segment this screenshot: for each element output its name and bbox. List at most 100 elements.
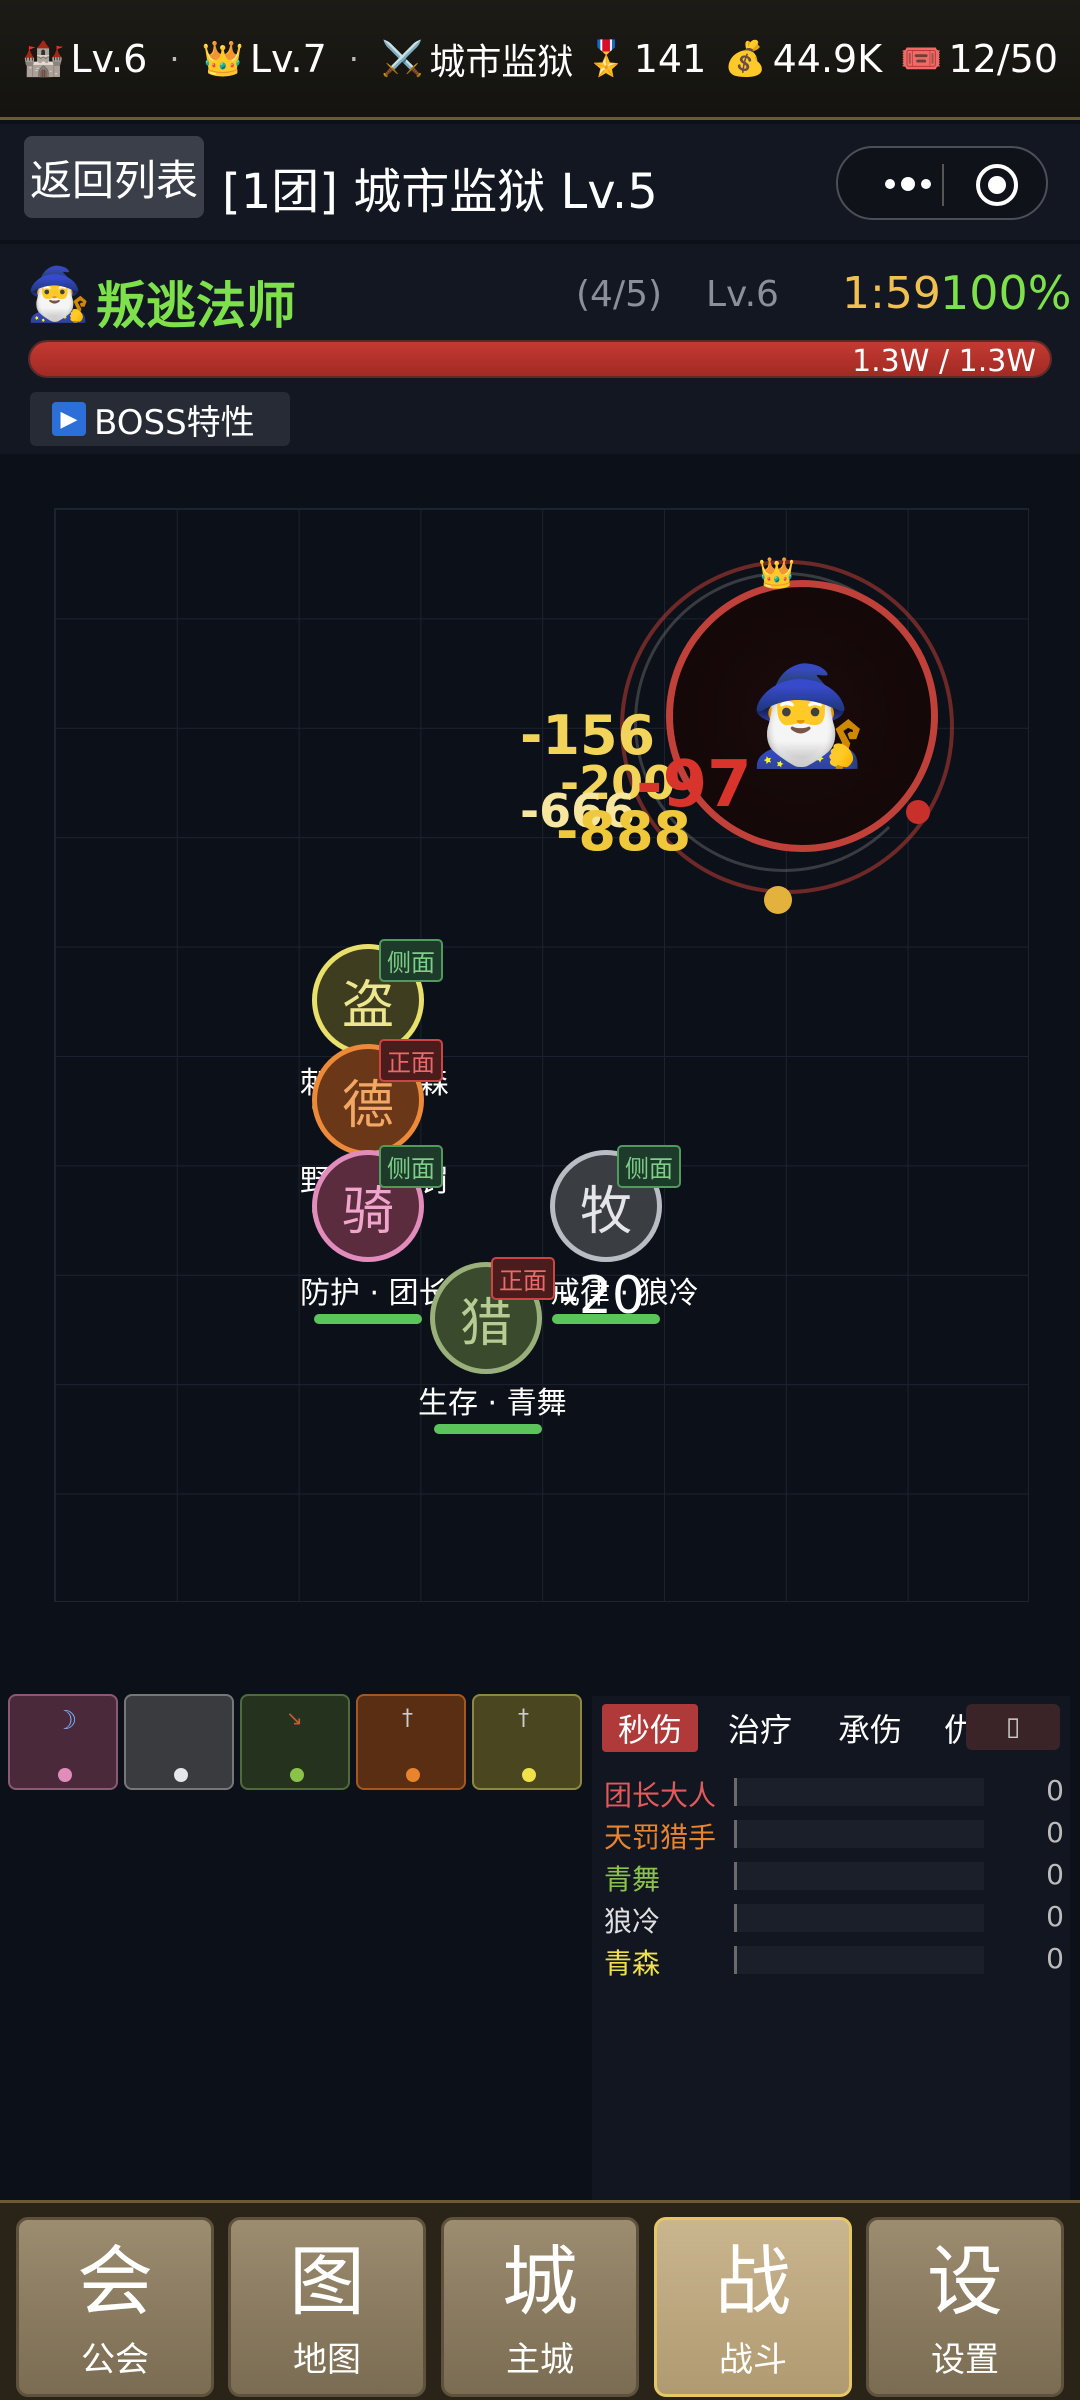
stats-row-name: 狼冷 <box>604 1905 661 1938</box>
nav-label: 主城 <box>506 2340 574 2380</box>
miniprogram-capsule <box>836 146 1048 220</box>
nav-glyph: 战 <box>715 2237 791 2326</box>
position-tag: 侧面 <box>379 1145 443 1188</box>
stats-row: 团长大人 0 <box>604 1774 1064 1812</box>
skill-slots: ☽ ↘ † † <box>8 1694 582 1790</box>
separator-dot: · <box>348 39 359 78</box>
boss-panel: 🧙‍♂️ 叛逃法师 (4/5) Lv.6 1:59 100% 1.3W / 1.… <box>0 244 1080 454</box>
nav-label: 战斗 <box>719 2340 787 2380</box>
boss-marker-gold <box>764 886 792 914</box>
title-bar: 返回列表 [1团] 城市监狱 Lv.5 <box>0 124 1080 240</box>
stats-row-name: 青舞 <box>604 1863 661 1896</box>
stats-row-value: 0 <box>1046 1816 1064 1849</box>
separator-dot: · <box>169 39 180 78</box>
boss-hp-bar: 1.3W / 1.3W <box>28 340 1052 378</box>
boss-level: Lv.6 <box>706 274 779 315</box>
position-tag: 侧面 <box>379 939 443 982</box>
stats-row-value: 0 <box>1046 1858 1064 1891</box>
mage-icon: 🧙‍♂️ <box>748 660 868 772</box>
gold-count: 44.9K <box>772 36 883 81</box>
hero-hunter[interactable]: 猎 正面 <box>430 1257 555 1374</box>
crown-icon: 👑 <box>758 556 796 591</box>
tab-dps[interactable]: 秒伤 <box>602 1704 699 1752</box>
crown-icon: 👑 <box>201 38 244 79</box>
nav-main-city[interactable]: 城 主城 <box>441 2217 639 2397</box>
slot-dot <box>522 1768 536 1782</box>
dagger-icon: † <box>402 1706 413 1731</box>
hero-druid[interactable]: 德 正面 <box>312 1039 443 1156</box>
capsule-divider <box>942 164 944 206</box>
stats-row-bar <box>734 1820 984 1848</box>
boss-trait-button[interactable]: ▶ BOSS特性 <box>30 392 290 446</box>
nav-glyph: 图 <box>289 2237 365 2326</box>
stats-tabs: 秒伤 治疗 承伤 仇恨 <box>602 1704 1002 1752</box>
skill-slot-priest[interactable] <box>124 1694 234 1790</box>
position-tag: 侧面 <box>617 1145 681 1188</box>
position-tag: 正面 <box>491 1257 555 1300</box>
skill-slot-druid[interactable]: † <box>356 1694 466 1790</box>
hero-hp-bar <box>314 1314 422 1324</box>
battle-timer: 1:59 <box>842 268 941 319</box>
play-icon: ▶ <box>52 402 86 436</box>
nav-glyph: 城 <box>502 2237 578 2326</box>
stats-row-name: 天罚猎手 <box>604 1821 717 1854</box>
bottom-nav: 会 公会 图 地图 城 主城 战 战斗 设 设置 <box>0 2200 1080 2400</box>
crown-level: Lv.7 <box>249 36 327 81</box>
back-to-list-button[interactable]: 返回列表 <box>24 136 204 218</box>
dagger-icon: † <box>518 1706 529 1731</box>
boss-progress: (4/5) <box>576 274 663 315</box>
nav-glyph: 会 <box>77 2237 153 2326</box>
heal-number: -20 <box>560 1266 645 1326</box>
slot-dot <box>58 1768 72 1782</box>
skill-slot-rogue[interactable]: † <box>472 1694 582 1790</box>
stats-row-bar <box>734 1778 984 1806</box>
nav-settings[interactable]: 设 设置 <box>866 2217 1064 2397</box>
medal-icon: 🎖️ <box>585 38 628 79</box>
skill-slot-hunter[interactable]: ↘ <box>240 1694 350 1790</box>
skill-slot-knight[interactable]: ☽ <box>8 1694 118 1790</box>
stats-panel: 秒伤 治疗 承伤 仇恨 ▯ 团长大人 0 天罚猎手 0 青舞 0 狼冷 0 青森… <box>592 1696 1070 2204</box>
nav-map[interactable]: 图 地图 <box>228 2217 426 2397</box>
hero-priest[interactable]: 牧 侧面 <box>550 1145 681 1262</box>
more-icon[interactable] <box>868 162 948 206</box>
castle-level: Lv.6 <box>70 36 148 81</box>
ticket-icon: 🎟️ <box>900 38 943 79</box>
close-miniprogram-icon[interactable] <box>974 162 1020 208</box>
stats-row: 青舞 0 <box>604 1858 1064 1896</box>
stats-row-bar <box>734 1904 984 1932</box>
copy-icon[interactable]: ▯ <box>966 1704 1060 1750</box>
stats-row-name: 团长大人 <box>604 1779 717 1812</box>
stats-row-value: 0 <box>1046 1942 1064 1975</box>
nav-guild[interactable]: 会 公会 <box>16 2217 214 2397</box>
boss-hp-percent: 100% <box>940 266 1072 320</box>
boss-hp-text: 1.3W / 1.3W <box>852 344 1036 378</box>
tab-healing[interactable]: 治疗 <box>712 1704 808 1752</box>
slot-dot <box>290 1768 304 1782</box>
page-title: [1团] 城市监狱 Lv.5 <box>222 164 658 220</box>
hero-knight[interactable]: 骑 侧面 <box>312 1145 443 1262</box>
shield-icon: ☽ <box>54 1706 78 1736</box>
stats-row-value: 0 <box>1046 1900 1064 1933</box>
hero-label: 生存 · 青舞 <box>418 1386 567 1421</box>
money-bag-icon: 💰 <box>724 38 767 79</box>
status-bar: 🏰 Lv.6 · 👑 Lv.7 · ⚔️ 城市监狱 🎖️ 141 💰 44.9K… <box>0 0 1080 120</box>
stats-row-value: 0 <box>1046 1774 1064 1807</box>
nav-glyph: 设 <box>927 2237 1003 2326</box>
hero-hp-bar <box>434 1424 542 1434</box>
ticket-count: 12/50 <box>948 36 1058 81</box>
stats-row: 狼冷 0 <box>604 1900 1064 1938</box>
boss-trait-label: BOSS特性 <box>94 402 255 443</box>
nav-battle[interactable]: 战 战斗 <box>654 2217 852 2397</box>
slot-dot <box>406 1768 420 1782</box>
nav-label: 设置 <box>931 2340 999 2380</box>
position-tag: 正面 <box>379 1039 443 1082</box>
stats-row: 天罚猎手 0 <box>604 1816 1064 1854</box>
tab-damage-taken[interactable]: 承伤 <box>822 1704 918 1752</box>
damage-number: -97 <box>636 748 752 822</box>
stats-row-name: 青森 <box>604 1947 661 1980</box>
nav-label: 公会 <box>81 2340 149 2380</box>
arrow-icon: ↘ <box>286 1706 303 1730</box>
nav-label: 地图 <box>293 2340 361 2380</box>
boss-name: 叛逃法师 <box>96 277 296 335</box>
slot-dot <box>174 1768 188 1782</box>
